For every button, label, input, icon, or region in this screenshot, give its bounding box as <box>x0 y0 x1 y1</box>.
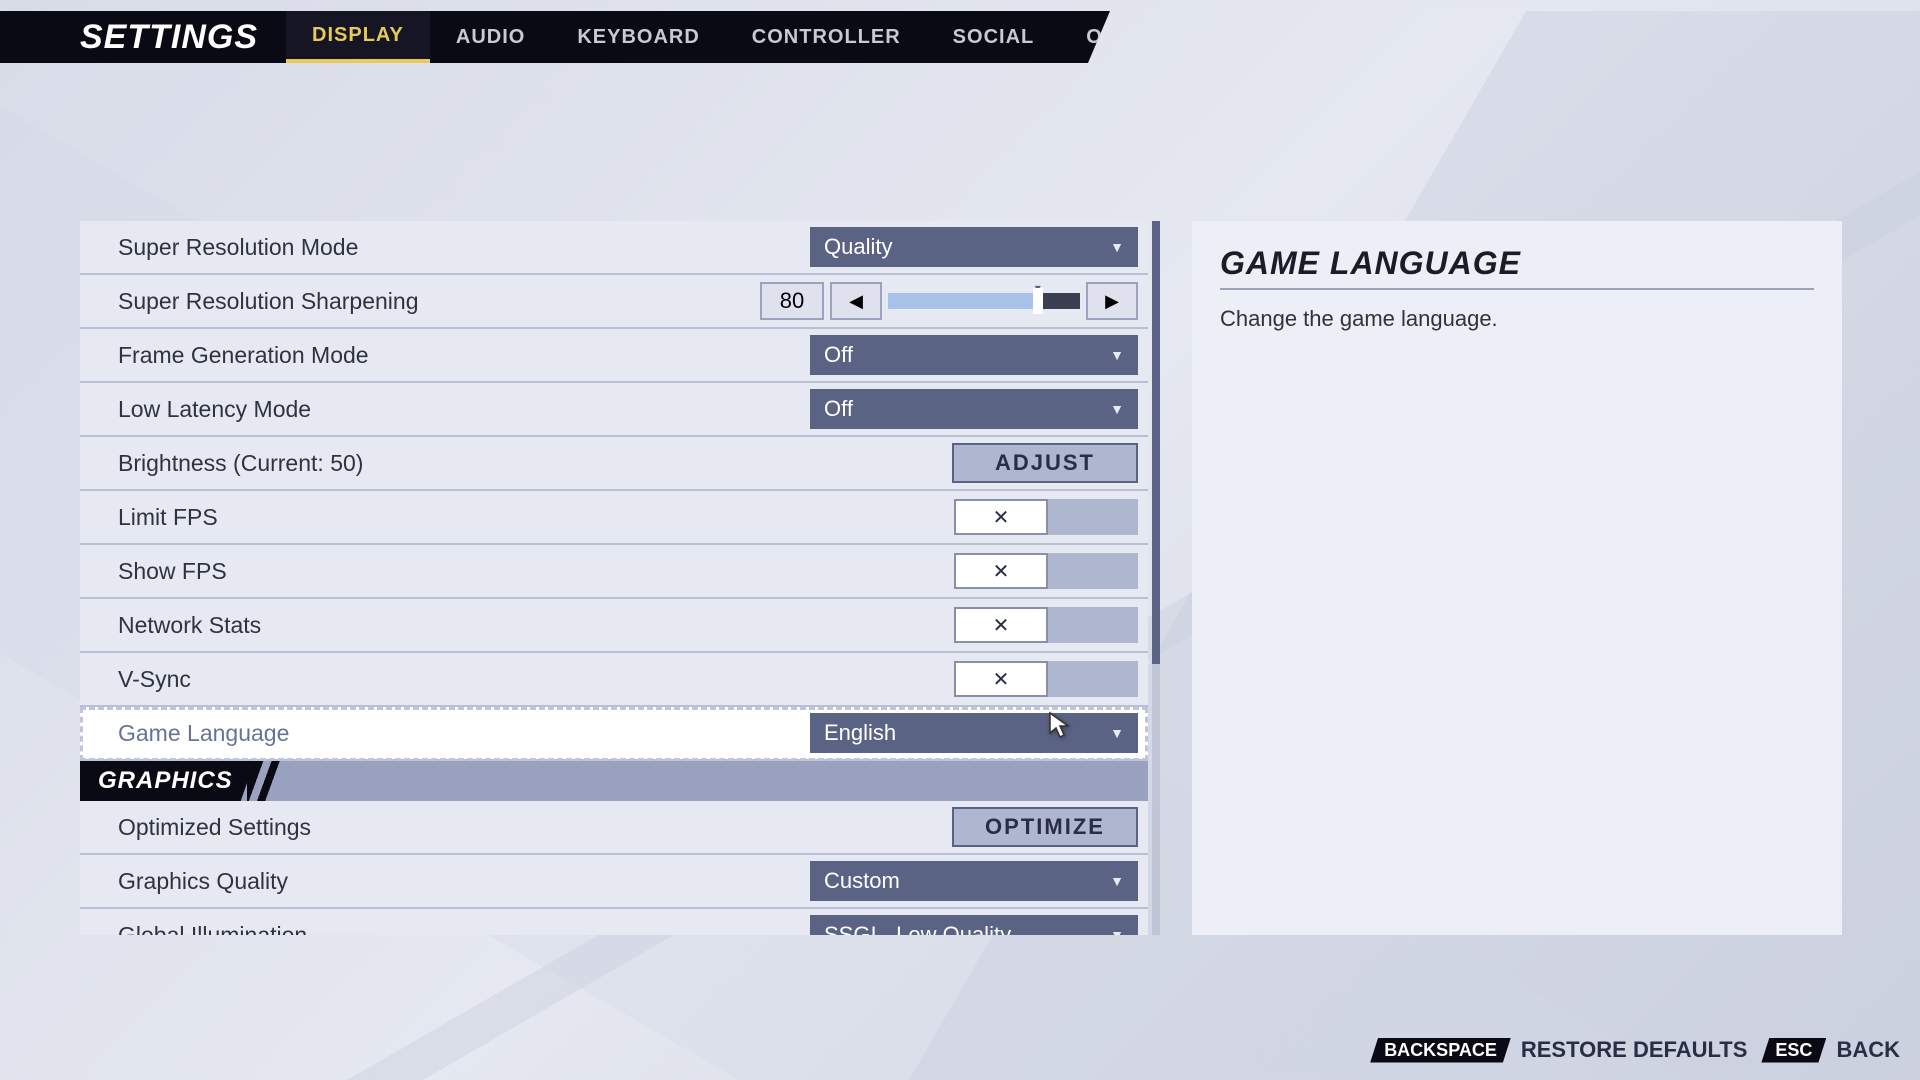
info-title: GAME LANGUAGE <box>1220 245 1814 290</box>
tab-controller[interactable]: CONTROLLER <box>726 11 927 63</box>
section-header-graphics: GRAPHICS <box>80 761 1148 801</box>
slider-decrement-button[interactable]: ◀ <box>830 282 882 320</box>
adjust-brightness-button[interactable]: ADJUST <box>952 443 1138 483</box>
setting-label: Game Language <box>118 720 810 747</box>
scrollbar[interactable] <box>1152 221 1160 935</box>
slider-increment-button[interactable]: ▶ <box>1086 282 1138 320</box>
main-content: Super Resolution Mode Quality ▼ Super Re… <box>80 221 1842 935</box>
dropdown-global-illumination[interactable]: SSGI - Low Quality ▼ <box>810 915 1138 935</box>
row-super-resolution-sharpening[interactable]: Super Resolution Sharpening 80 ◀ ▾ ▶ <box>80 275 1148 329</box>
setting-label: Global Illumination <box>118 922 810 936</box>
slider-value: 80 <box>760 282 824 320</box>
setting-label: Show FPS <box>118 558 954 585</box>
toggle-vsync[interactable]: ✕ <box>954 661 1138 697</box>
toggle-off[interactable]: ✕ <box>954 553 1048 589</box>
x-icon: ✕ <box>993 613 1010 638</box>
setting-label: Limit FPS <box>118 504 954 531</box>
setting-label: Frame Generation Mode <box>118 342 810 369</box>
page-title: SETTINGS <box>0 11 286 63</box>
slider-handle[interactable] <box>1033 288 1043 314</box>
row-graphics-quality[interactable]: Graphics Quality Custom ▼ <box>80 855 1148 909</box>
footer-label: RESTORE DEFAULTS <box>1521 1037 1748 1063</box>
row-optimized-settings[interactable]: Optimized Settings OPTIMIZE <box>80 801 1148 855</box>
toggle-on[interactable] <box>1048 661 1138 697</box>
toggle-off[interactable]: ✕ <box>954 661 1048 697</box>
dropdown-value: SSGI - Low Quality <box>824 922 1011 935</box>
section-label: GRAPHICS <box>80 761 255 801</box>
dropdown-low-latency[interactable]: Off ▼ <box>810 389 1138 429</box>
info-body: Change the game language. <box>1220 304 1814 335</box>
x-icon: ✕ <box>993 505 1010 530</box>
optimize-button[interactable]: OPTIMIZE <box>952 807 1138 847</box>
back-hint[interactable]: ESC BACK <box>1761 1037 1900 1063</box>
scrollbar-thumb[interactable] <box>1152 221 1160 664</box>
row-low-latency-mode[interactable]: Low Latency Mode Off ▼ <box>80 383 1148 437</box>
row-game-language[interactable]: Game Language English ▼ <box>80 707 1148 761</box>
tab-display[interactable]: DISPLAY <box>286 11 430 63</box>
row-global-illumination[interactable]: Global Illumination SSGI - Low Quality ▼ <box>80 909 1148 935</box>
setting-label: Super Resolution Sharpening <box>118 288 760 315</box>
dropdown-value: Custom <box>824 868 900 894</box>
toggle-on[interactable] <box>1048 499 1138 535</box>
row-brightness[interactable]: Brightness (Current: 50) ADJUST <box>80 437 1148 491</box>
info-panel: GAME LANGUAGE Change the game language. <box>1192 221 1842 935</box>
dropdown-value: Off <box>824 342 853 368</box>
chevron-down-icon: ▼ <box>1110 401 1124 417</box>
toggle-show-fps[interactable]: ✕ <box>954 553 1138 589</box>
footer: BACKSPACE RESTORE DEFAULTS ESC BACK <box>1370 1037 1900 1063</box>
toggle-off[interactable]: ✕ <box>954 607 1048 643</box>
settings-list: Super Resolution Mode Quality ▼ Super Re… <box>80 221 1148 935</box>
setting-label: Network Stats <box>118 612 954 639</box>
slider-remaining <box>1038 293 1080 309</box>
tab-social[interactable]: SOCIAL <box>927 11 1061 63</box>
row-vsync[interactable]: V-Sync ✕ <box>80 653 1148 707</box>
setting-label: Optimized Settings <box>118 814 952 841</box>
dropdown-value: Off <box>824 396 853 422</box>
settings-column: Super Resolution Mode Quality ▼ Super Re… <box>80 221 1160 935</box>
slider-track[interactable]: ▾ <box>888 293 1080 309</box>
row-super-resolution-mode[interactable]: Super Resolution Mode Quality ▼ <box>80 221 1148 275</box>
setting-label: Super Resolution Mode <box>118 234 810 261</box>
section-slash-decoration <box>247 761 287 801</box>
dropdown-value: English <box>824 720 896 746</box>
chevron-down-icon: ▼ <box>1110 725 1124 741</box>
row-frame-generation-mode[interactable]: Frame Generation Mode Off ▼ <box>80 329 1148 383</box>
x-icon: ✕ <box>993 559 1010 584</box>
slider-fill <box>888 293 1038 309</box>
chevron-down-icon: ▼ <box>1110 873 1124 889</box>
footer-label: BACK <box>1836 1037 1900 1063</box>
toggle-on[interactable] <box>1048 607 1138 643</box>
setting-label: Brightness (Current: 50) <box>118 450 952 477</box>
key-badge-backspace: BACKSPACE <box>1370 1038 1511 1063</box>
tab-keyboard[interactable]: KEYBOARD <box>551 11 725 63</box>
dropdown-super-resolution-mode[interactable]: Quality ▼ <box>810 227 1138 267</box>
toggle-on[interactable] <box>1048 553 1138 589</box>
row-network-stats[interactable]: Network Stats ✕ <box>80 599 1148 653</box>
restore-defaults-hint[interactable]: BACKSPACE RESTORE DEFAULTS <box>1370 1037 1747 1063</box>
chevron-down-icon: ▼ <box>1110 927 1124 935</box>
toggle-limit-fps[interactable]: ✕ <box>954 499 1138 535</box>
dropdown-game-language[interactable]: English ▼ <box>810 713 1138 753</box>
dropdown-value: Quality <box>824 234 892 260</box>
x-icon: ✕ <box>993 667 1010 692</box>
toggle-network-stats[interactable]: ✕ <box>954 607 1138 643</box>
toggle-off[interactable]: ✕ <box>954 499 1048 535</box>
setting-label: Graphics Quality <box>118 868 810 895</box>
row-limit-fps[interactable]: Limit FPS ✕ <box>80 491 1148 545</box>
key-badge-esc: ESC <box>1761 1038 1826 1063</box>
row-show-fps[interactable]: Show FPS ✕ <box>80 545 1148 599</box>
header-bar: SETTINGS DISPLAY AUDIO KEYBOARD CONTROLL… <box>0 11 1110 63</box>
tab-audio[interactable]: AUDIO <box>430 11 551 63</box>
chevron-down-icon: ▼ <box>1110 239 1124 255</box>
dropdown-graphics-quality[interactable]: Custom ▼ <box>810 861 1138 901</box>
setting-label: Low Latency Mode <box>118 396 810 423</box>
setting-label: V-Sync <box>118 666 954 693</box>
slider-sharpening: 80 ◀ ▾ ▶ <box>760 282 1138 320</box>
chevron-down-icon: ▼ <box>1110 347 1124 363</box>
dropdown-frame-generation[interactable]: Off ▼ <box>810 335 1138 375</box>
